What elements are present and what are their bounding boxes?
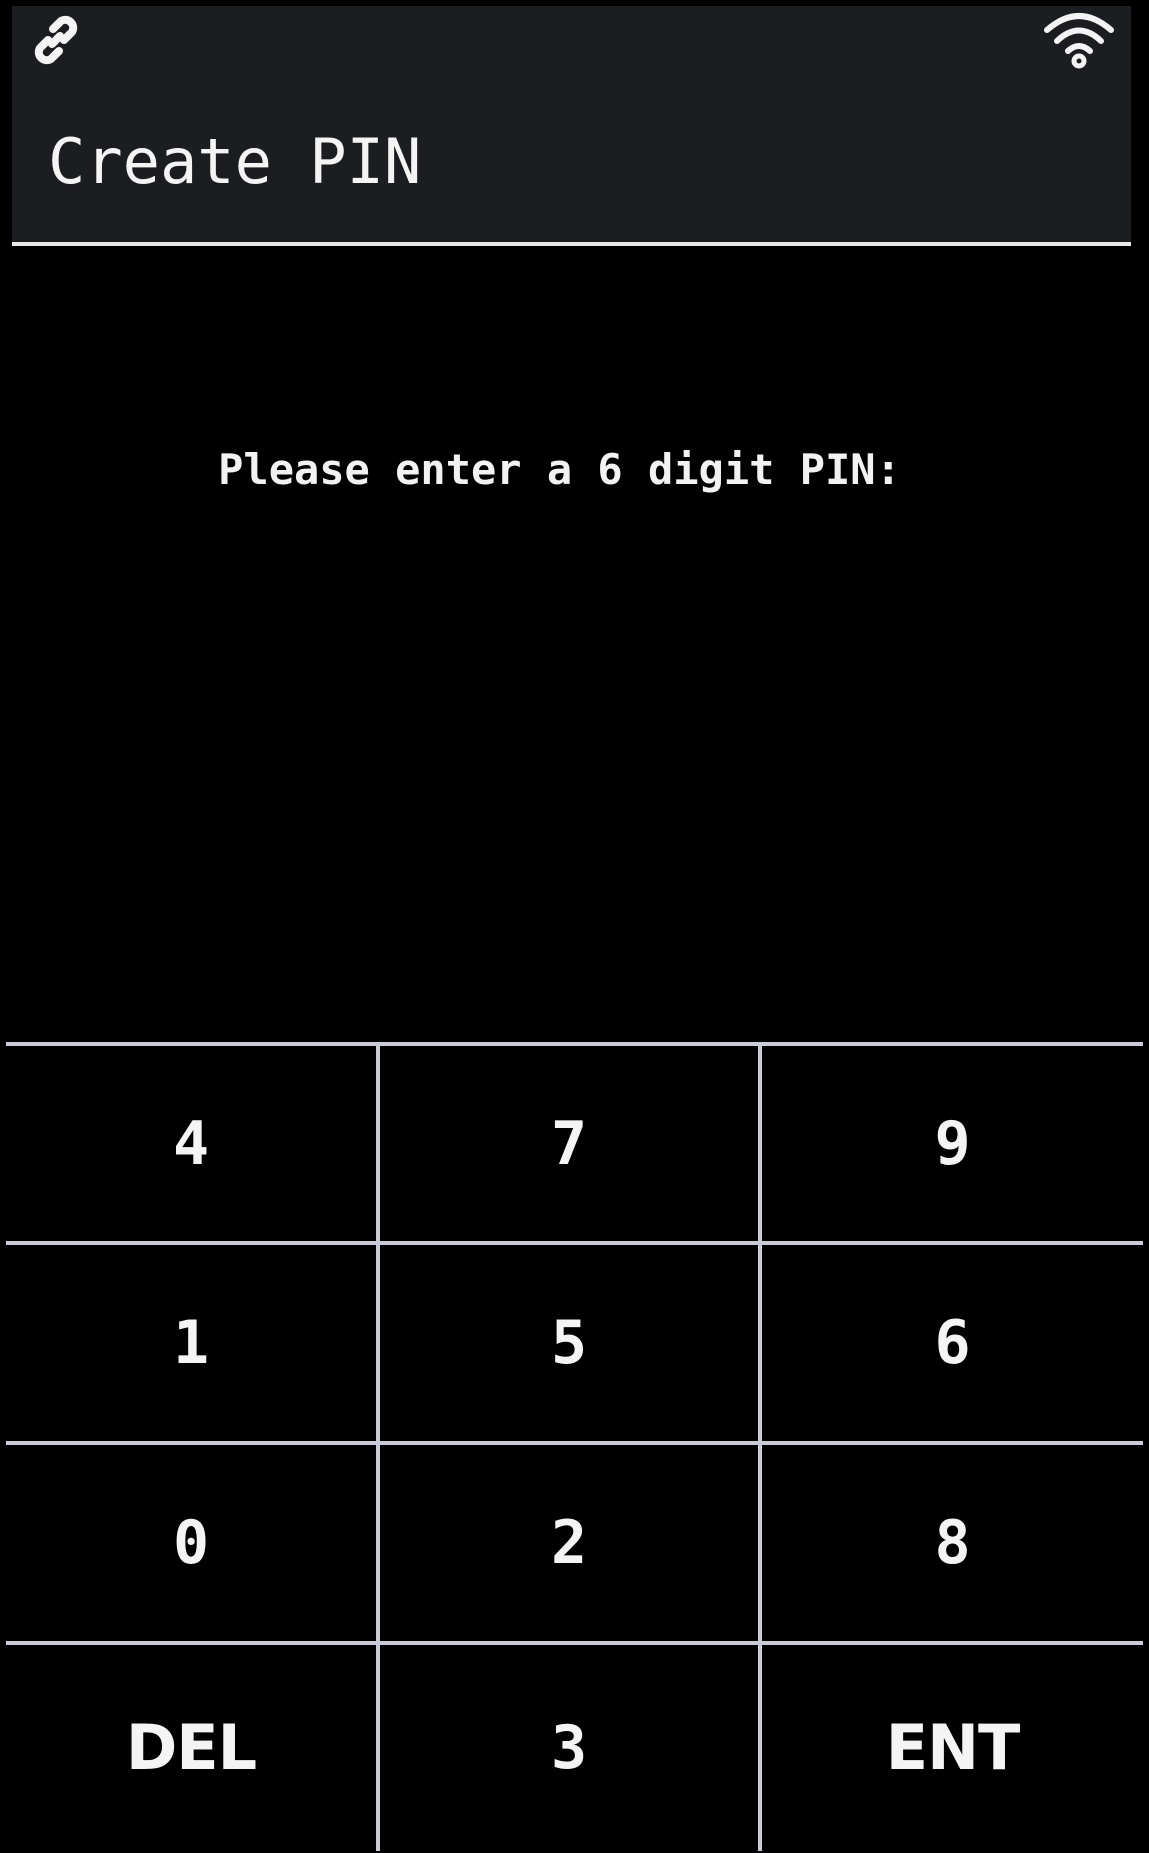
key-label: 8: [934, 1508, 971, 1578]
key-0[interactable]: 0: [6, 1445, 380, 1645]
link-icon: [26, 10, 86, 70]
key-label: 0: [172, 1508, 210, 1578]
key-6[interactable]: 6: [762, 1245, 1143, 1445]
key-label: 3: [550, 1713, 588, 1783]
key-2[interactable]: 2: [380, 1445, 762, 1645]
pin-prompt: Please enter a 6 digit PIN:: [218, 445, 901, 494]
key-label: ENT: [885, 1711, 1021, 1784]
delete-button[interactable]: DEL: [6, 1645, 380, 1851]
key-1[interactable]: 1: [6, 1245, 380, 1445]
key-5[interactable]: 5: [380, 1245, 762, 1445]
key-label: 6: [934, 1308, 971, 1378]
key-label: 7: [550, 1108, 588, 1179]
page-title: Create PIN: [48, 125, 422, 198]
key-label: 5: [550, 1308, 588, 1378]
key-8[interactable]: 8: [762, 1445, 1143, 1645]
wifi-icon: [1041, 8, 1117, 70]
key-label: 1: [172, 1308, 210, 1378]
key-3[interactable]: 3: [380, 1645, 762, 1851]
key-7[interactable]: 7: [380, 1046, 762, 1245]
enter-button[interactable]: ENT: [762, 1645, 1143, 1851]
pin-keypad: 4 7 9 1 5 6 0 2 8 DEL 3 ENT: [6, 1042, 1143, 1851]
key-label: 2: [550, 1508, 588, 1578]
key-9[interactable]: 9: [762, 1046, 1143, 1245]
key-label: 9: [934, 1108, 971, 1179]
key-label: DEL: [125, 1711, 257, 1784]
key-4[interactable]: 4: [6, 1046, 380, 1245]
key-label: 4: [172, 1108, 210, 1179]
app-header: Create PIN: [12, 6, 1131, 246]
